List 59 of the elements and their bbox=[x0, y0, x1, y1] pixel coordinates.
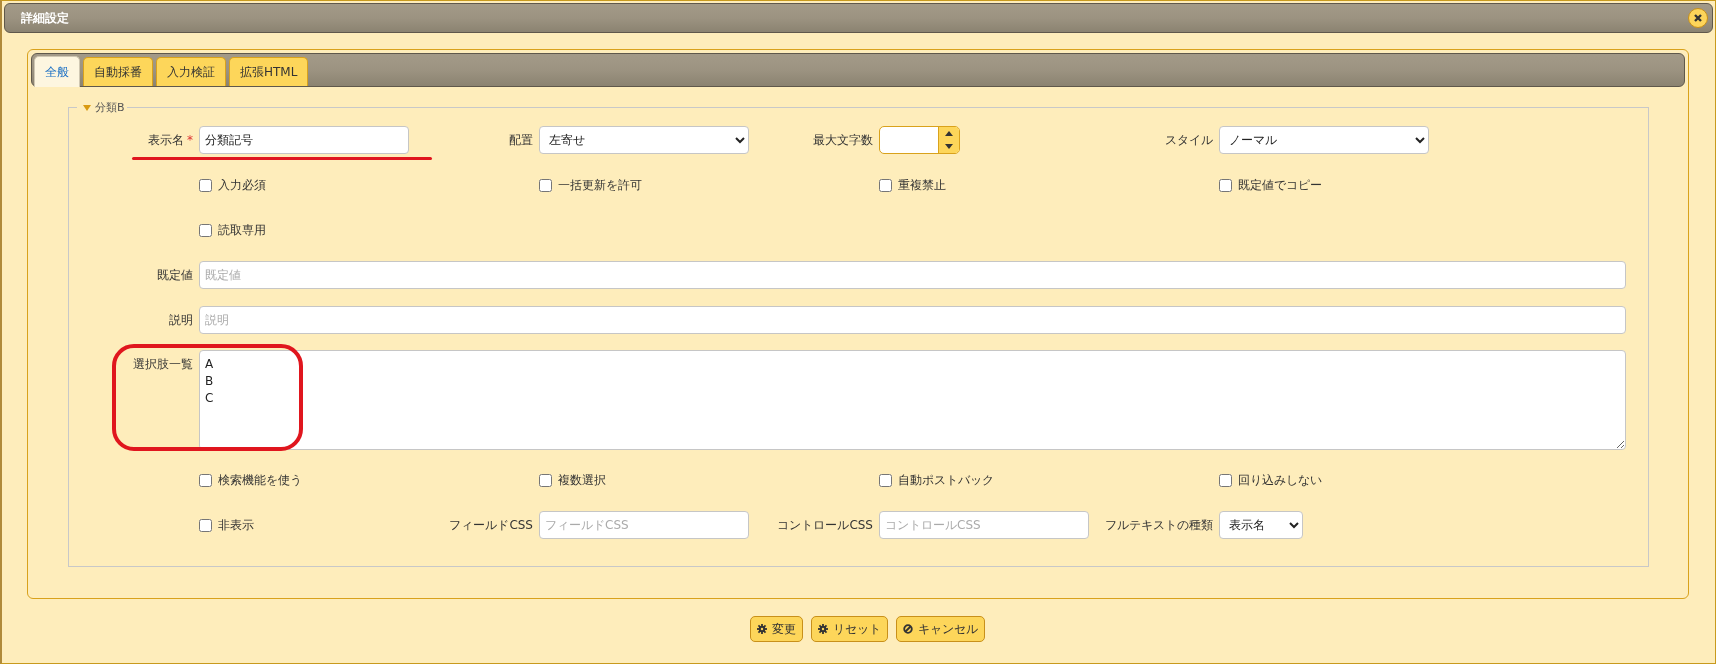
field-label: 表示名 * bbox=[148, 131, 193, 149]
checkbox[interactable] bbox=[879, 178, 892, 192]
checkbox-label: 入力必須 bbox=[218, 176, 266, 194]
select-field[interactable]: 左寄せ bbox=[539, 126, 749, 154]
tab[interactable]: 入力検証 bbox=[156, 57, 226, 86]
checkbox[interactable] bbox=[199, 223, 212, 237]
action-button[interactable]: キャンセル bbox=[896, 616, 985, 642]
text-field[interactable]: 説明 bbox=[199, 306, 1626, 334]
field-label: フィールドCSS bbox=[449, 516, 533, 534]
checkbox-label: 既定値でコピー bbox=[1238, 176, 1322, 194]
text-field[interactable]: 分類記号 bbox=[199, 126, 409, 154]
checkbox-label: 非表示 bbox=[218, 516, 254, 534]
field-label: 既定値 bbox=[157, 266, 193, 284]
gear-icon bbox=[818, 624, 828, 634]
window-title: 詳細設定 bbox=[21, 9, 69, 27]
checkbox[interactable] bbox=[879, 473, 892, 487]
checkbox-label: 読取専用 bbox=[218, 221, 266, 239]
tab[interactable]: 自動採番 bbox=[83, 57, 153, 86]
select-field[interactable]: 表示名 bbox=[1219, 511, 1303, 539]
tab[interactable]: 全般 bbox=[34, 56, 80, 87]
close-button[interactable] bbox=[1688, 8, 1708, 28]
text-field[interactable]: コントロールCSS bbox=[879, 511, 1089, 539]
section-title: 分類B bbox=[95, 100, 125, 115]
action-button[interactable]: 変更 bbox=[750, 616, 803, 642]
checkbox-label: 一括更新を許可 bbox=[558, 176, 642, 194]
field-label: コントロールCSS bbox=[777, 516, 873, 534]
ban-icon bbox=[903, 624, 913, 634]
textarea-field[interactable]: A B C bbox=[199, 350, 1626, 450]
checkbox[interactable] bbox=[539, 178, 552, 192]
checkbox-label: 検索機能を使う bbox=[218, 471, 302, 489]
caret-down-icon bbox=[945, 144, 953, 149]
checkbox[interactable] bbox=[199, 178, 212, 192]
select-field[interactable]: ノーマル bbox=[1219, 126, 1429, 154]
checkbox-label: 複数選択 bbox=[558, 471, 606, 489]
field-label: 選択肢一覧 bbox=[133, 356, 193, 373]
action-button[interactable]: リセット bbox=[811, 616, 888, 642]
field-label: スタイル bbox=[1165, 131, 1213, 149]
field-label: 最大文字数 bbox=[813, 131, 873, 149]
checkbox[interactable] bbox=[539, 473, 552, 487]
field-label: 説明 bbox=[169, 311, 193, 329]
number-field[interactable] bbox=[879, 126, 960, 154]
checkbox-label: 回り込みしない bbox=[1238, 471, 1322, 489]
gear-icon bbox=[757, 624, 767, 634]
tab[interactable]: 拡張HTML bbox=[229, 57, 309, 86]
text-field[interactable]: フィールドCSS bbox=[539, 511, 749, 539]
text-field[interactable]: 既定値 bbox=[199, 261, 1626, 289]
close-icon bbox=[1693, 13, 1703, 23]
checkbox[interactable] bbox=[1219, 473, 1232, 487]
checkbox[interactable] bbox=[199, 473, 212, 487]
checkbox-label: 重複禁止 bbox=[898, 176, 946, 194]
caret-up-icon bbox=[945, 131, 953, 136]
checkbox[interactable] bbox=[1219, 178, 1232, 192]
field-label: 配置 bbox=[509, 131, 533, 149]
spin-buttons[interactable] bbox=[938, 127, 959, 153]
section-toggle[interactable]: 分類B bbox=[77, 100, 127, 115]
checkbox-label: 自動ポストバック bbox=[898, 471, 994, 489]
field-label: フルテキストの種類 bbox=[1105, 516, 1213, 534]
required-mark: * bbox=[187, 132, 193, 147]
checkbox[interactable] bbox=[199, 518, 212, 532]
